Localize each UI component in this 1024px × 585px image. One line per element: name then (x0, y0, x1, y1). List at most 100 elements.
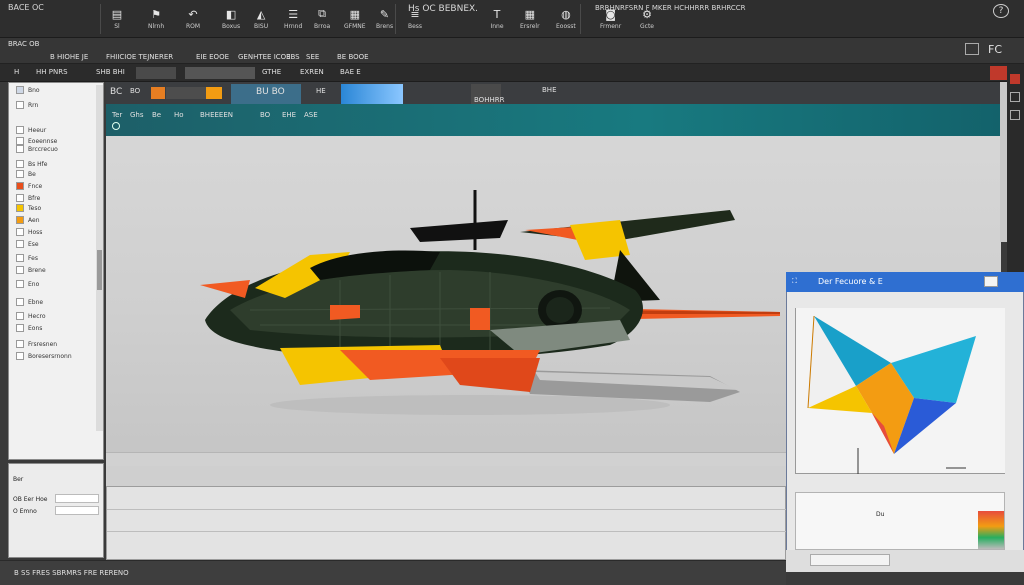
layer-color-swatch[interactable] (16, 280, 24, 288)
ribbon-item-text[interactable]: T Inne (490, 8, 504, 31)
tab-7[interactable]: BE BOOE (337, 53, 369, 61)
status-item-1[interactable]: SHB BHI (96, 68, 125, 76)
flag-icon[interactable] (984, 276, 998, 287)
status-field[interactable] (185, 67, 255, 79)
ribbon-item-sphere[interactable]: ◍ Eoosst (556, 8, 576, 31)
header-item-6[interactable]: EHE (282, 111, 296, 119)
graph-editor-plot[interactable]: Dx (795, 308, 1005, 500)
layer-list-item[interactable]: Bno (16, 86, 40, 94)
layer-color-swatch[interactable] (16, 137, 24, 145)
layer-list-item[interactable]: Hoss (16, 228, 42, 236)
layer-color-swatch[interactable] (16, 228, 24, 236)
layer-list-item[interactable]: Boresersrnonn (16, 352, 72, 360)
layer-list-item[interactable]: Fes (16, 254, 38, 262)
layer-list-item[interactable]: Ebne (16, 298, 43, 306)
layer-list-item[interactable]: Brccrecuo (16, 145, 58, 153)
layer-list-item[interactable]: Teso (16, 204, 41, 212)
tab-0[interactable]: BRAC OB (8, 40, 39, 48)
layer-list-item[interactable]: Eno (16, 280, 39, 288)
shading-gradient-selector[interactable] (341, 84, 403, 104)
layer-color-swatch[interactable] (16, 170, 24, 178)
window-menu-icon[interactable]: ⛶ (792, 277, 797, 286)
status-field[interactable] (136, 67, 176, 79)
layer-color-swatch[interactable] (16, 240, 24, 248)
tool-icon[interactable] (1010, 92, 1020, 102)
viewport-scrollbar[interactable] (1000, 82, 1007, 242)
tab-4[interactable]: GENHTEE ICOE (238, 53, 291, 61)
color-swatch-yellow[interactable] (206, 87, 222, 99)
ribbon-item-file[interactable]: ▤ Sl (110, 8, 124, 31)
layer-color-swatch[interactable] (16, 352, 24, 360)
layer-list-item[interactable]: Frsresnen (16, 340, 57, 348)
property-input[interactable] (55, 494, 99, 503)
layer-color-swatch[interactable] (16, 101, 24, 109)
header-item-5[interactable]: BO (260, 111, 270, 119)
help-icon[interactable]: ? (993, 4, 1009, 18)
header-item-1[interactable]: Ghs (130, 111, 144, 119)
layer-color-swatch[interactable] (16, 145, 24, 153)
header-item-0[interactable]: Ter (112, 111, 122, 119)
layer-color-swatch[interactable] (16, 298, 24, 306)
status-item-3[interactable]: EXREN (300, 68, 324, 76)
layer-list-item[interactable]: Fnce (16, 182, 42, 190)
ribbon-item-flag[interactable]: ⚑ Nlrnh (148, 8, 164, 31)
status-item-5[interactable]: BAE E (340, 68, 361, 76)
graph-editor-titlebar[interactable]: ⛶ Der Fecuore & E (786, 272, 1024, 292)
viewport-tool-4[interactable]: HE (316, 87, 326, 95)
tab-6[interactable]: SEE (306, 53, 319, 61)
layer-color-swatch[interactable] (16, 340, 24, 348)
window-icon[interactable] (965, 43, 979, 55)
header-item-3[interactable]: Ho (174, 111, 184, 119)
ribbon-item-lines[interactable]: ≡ Bess (408, 8, 422, 31)
view-icon[interactable] (112, 122, 120, 130)
layer-color-swatch[interactable] (16, 254, 24, 262)
layer-list-item[interactable]: Ese (16, 240, 39, 248)
status-item-2[interactable]: GTHE (262, 68, 281, 76)
viewport-tool-6[interactable]: BOHHRR (474, 96, 504, 104)
layer-list-item[interactable]: Hecro (16, 312, 46, 320)
layer-list-item[interactable]: Bfre (16, 194, 40, 202)
layer-color-swatch[interactable] (16, 160, 24, 168)
ribbon-item-shape[interactable]: ◭ BISU (254, 8, 268, 31)
timeline-panel[interactable] (106, 486, 787, 560)
ribbon-item-undo[interactable]: ↶ ROM (186, 8, 200, 31)
ribbon-item-group[interactable]: ⧉ Brroa (314, 7, 330, 30)
tool-icon[interactable] (1010, 74, 1020, 84)
layer-color-swatch[interactable] (16, 86, 24, 94)
layer-list-item[interactable]: Eoeennse (16, 137, 57, 145)
ribbon-item-chart[interactable]: ▦ GFMNE (344, 8, 366, 31)
viewport-tool-0[interactable]: BC (110, 87, 122, 97)
layer-color-swatch[interactable] (16, 204, 24, 212)
ribbon-item-layers[interactable]: ☰ Hrnnd (284, 8, 302, 31)
header-item-4[interactable]: BHEEEEN (200, 111, 233, 119)
layer-color-swatch[interactable] (16, 216, 24, 224)
aircraft-3d-model[interactable] (190, 180, 790, 420)
viewport-tool-7[interactable]: BHE (542, 86, 557, 94)
color-palette[interactable] (978, 511, 1004, 549)
viewport-tool-1[interactable]: BO (130, 87, 140, 95)
viewport-tool-3[interactable]: BU BO (256, 87, 285, 97)
layer-list-item[interactable]: Rrn (16, 101, 38, 109)
ribbon-item-grid[interactable]: ▦ Ersrelr (520, 8, 540, 31)
ribbon-item-cube[interactable]: ◧ Boxus (222, 8, 240, 31)
viewport-field[interactable] (166, 87, 206, 99)
ribbon-item-brush[interactable]: ✎ Brens (376, 8, 393, 31)
layer-list-item[interactable]: Brene (16, 266, 46, 274)
layer-color-swatch[interactable] (16, 194, 24, 202)
layer-color-swatch[interactable] (16, 312, 24, 320)
ribbon-item-camera[interactable]: ◙ Frmenr (600, 8, 621, 31)
ribbon-item-gear[interactable]: ⚙ Gcte (640, 8, 654, 31)
layer-color-swatch[interactable] (16, 182, 24, 190)
header-item-7[interactable]: ASE (304, 111, 318, 119)
property-input[interactable] (55, 506, 99, 515)
layer-list-item[interactable]: Bs Hfe (16, 160, 47, 168)
app-menu-label[interactable]: BACE OC (8, 3, 44, 12)
layer-color-swatch[interactable] (16, 126, 24, 134)
layers-scrollbar-thumb[interactable] (97, 250, 102, 290)
header-item-2[interactable]: Be (152, 111, 161, 119)
panel-toggle-label[interactable]: FC (988, 43, 1002, 56)
layer-color-swatch[interactable] (16, 266, 24, 274)
layer-list-item[interactable]: Heeur (16, 126, 46, 134)
tab-1[interactable]: B HIOHE JE (50, 53, 88, 61)
tab-5[interactable]: 3BS (286, 53, 300, 61)
